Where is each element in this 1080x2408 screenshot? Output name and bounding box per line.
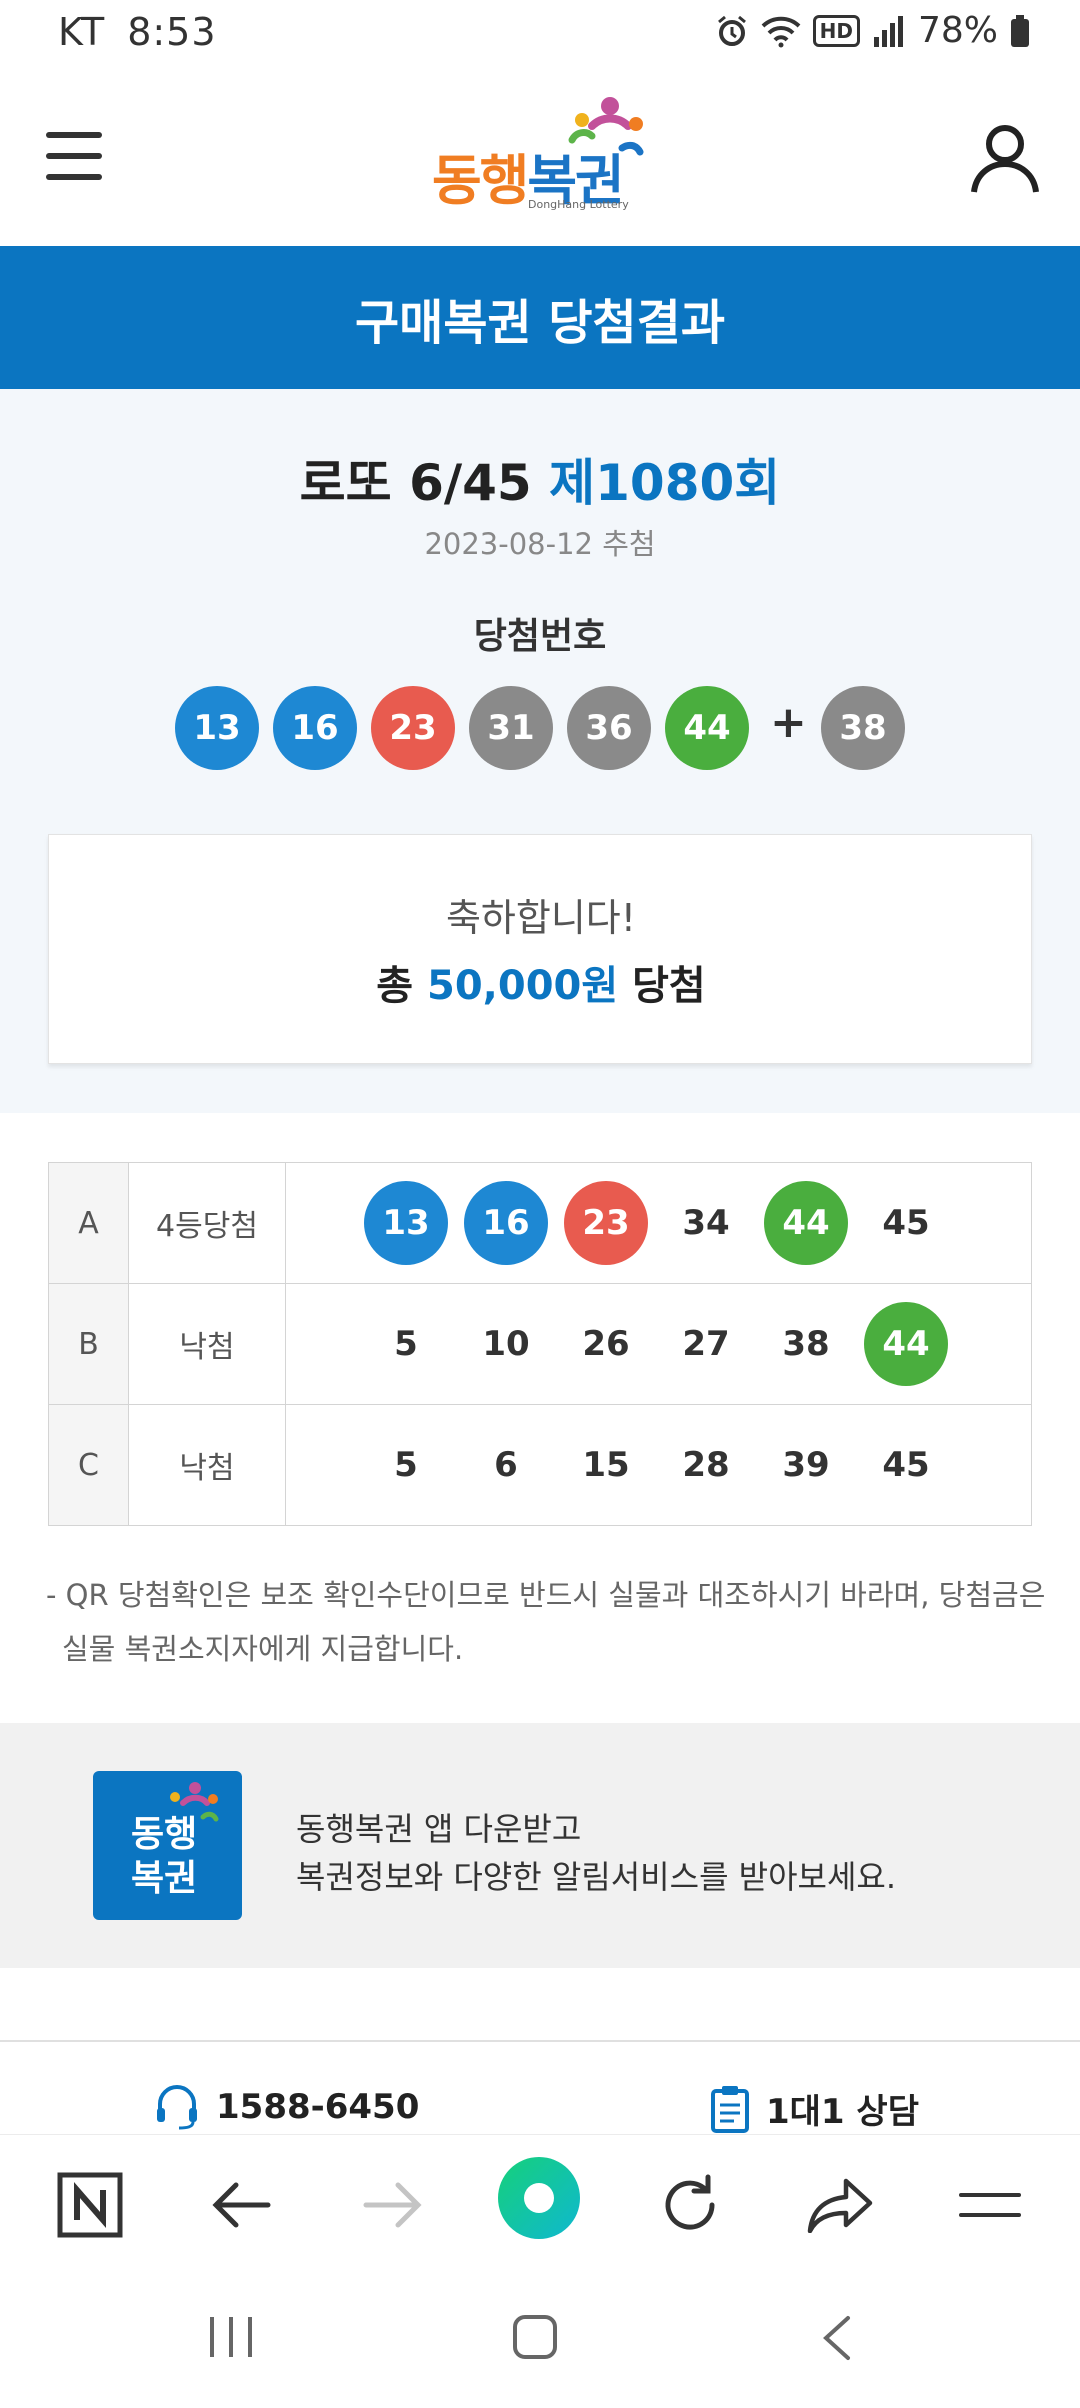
ticket-number: 5 [394,1324,418,1364]
table-row: B 낙첨 5 10 26 27 38 44 [48,1283,1032,1405]
user-icon[interactable] [970,122,1040,194]
share-icon[interactable] [800,2165,880,2245]
browser-toolbar [0,2134,1080,2274]
refresh-icon[interactable] [650,2165,730,2245]
ticket-number: 10 [482,1324,530,1364]
app-header: 동행복권 DongHang Lottery [0,66,1080,246]
winning-ball: 31 [469,686,553,770]
consult-label: 1대1 상담 [766,2092,919,2132]
winning-ball: 36 [567,686,651,770]
draw-title: 로또 6/45 제1080회 [299,454,781,512]
winning-ball: 16 [273,686,357,770]
line-numbers: 5 10 26 27 38 44 [285,1283,1032,1405]
winning-ball: 44 [665,686,749,770]
back-icon[interactable] [202,2165,282,2245]
table-row: A 4등당첨 13 16 23 34 44 45 [48,1162,1032,1284]
logo-subtitle: DongHang Lottery [528,198,629,211]
ticket-number: 6 [494,1445,518,1485]
draw-date: 2023-08-12 추첨 [424,527,656,561]
menu-icon[interactable] [44,128,104,184]
total-prize: 총 50,000원 당첨 [376,963,706,1009]
ticket-number: 26 [582,1324,630,1364]
system-nav-bar [0,2274,1080,2408]
system-back-icon[interactable] [820,2314,854,2366]
ticket-number: 38 [782,1324,830,1364]
ticket-number: 23 [564,1181,648,1265]
ticket-number: 34 [682,1203,730,1243]
ticket-number: 44 [764,1181,848,1265]
bonus-ball: 38 [821,686,905,770]
donghang-logo[interactable]: 동행복권 DongHang Lottery [432,96,652,216]
line-result: 4등당첨 [128,1162,286,1284]
line-numbers: 13 16 23 34 44 45 [285,1162,1032,1284]
clock: 8:53 [127,10,217,54]
prize-amount: 50,000원 [427,963,619,1009]
prize-summary-card: 축하합니다! 총 50,000원 당첨 [48,834,1032,1064]
ticket-number: 16 [464,1181,548,1265]
recent-apps-icon[interactable] [206,2314,256,2364]
battery-icon [1011,14,1029,47]
ticket-number: 15 [582,1445,630,1485]
ticket-number: 45 [882,1445,930,1485]
status-bar: KT 8:53 HD 78% [0,0,1080,66]
wifi-icon [761,16,801,47]
line-numbers: 5 6 15 28 39 45 [285,1404,1032,1526]
alarm-icon [717,15,746,46]
line-label: B [48,1283,129,1405]
carrier-label: KT [58,10,106,54]
table-row: C 낙첨 5 6 15 28 39 45 [48,1404,1032,1526]
phone-contact[interactable]: 1588-6450 [154,2084,419,2130]
line-result: 낙첨 [128,1283,286,1405]
phone-number: 1588-6450 [216,2087,420,2127]
congrats-text: 축하합니다! [445,896,637,940]
winning-ball: 13 [175,686,259,770]
app-banner-text: 동행복권 앱 다운받고 복권정보와 다양한 알림서비스를 받아보세요. [296,1810,897,1896]
naver-icon[interactable] [50,2165,130,2245]
ticket-number: 45 [882,1203,930,1243]
ticket-number: 27 [682,1324,730,1364]
browser-menu-icon[interactable] [950,2165,1030,2245]
ticket-number: 39 [782,1445,830,1485]
line-label: A [48,1162,129,1284]
page-title: 구매복권 당첨결과 [0,246,1080,389]
ticket-number: 13 [364,1181,448,1265]
status-right: HD 78% [715,10,1030,51]
qr-notice: - QR 당첨확인은 보조 확인수단이므로 반드시 실물과 대조하시기 바라며,… [46,1578,1046,1666]
status-left: KT 8:53 [58,10,217,54]
signal-icon [873,15,903,47]
draw-result-section: 로또 6/45 제1080회 2023-08-12 추첨 당첨번호 13 16 … [0,389,1080,1113]
consult-link[interactable]: 1대1 상담 [710,2084,919,2133]
ticket-number: 5 [394,1445,418,1485]
headset-icon [157,2085,197,2130]
app-logo-icon: 동행 복권 [93,1771,242,1920]
line-result: 낙첨 [128,1404,286,1526]
winning-numbers-label: 당첨번호 [473,616,607,657]
app-download-banner[interactable]: 동행 복권 동행복권 앱 다운받고 복권정보와 다양한 알림서비스를 받아보세요… [0,1723,1080,1968]
footer-divider [0,2040,1080,2042]
plus-sign: + [770,697,807,748]
clipboard-icon [711,2085,749,2133]
green-dot-icon[interactable] [496,2155,582,2241]
winning-ball: 23 [371,686,455,770]
battery-percent: 78% [917,10,998,51]
hd-badge: HD [812,14,860,47]
ticket-table: A 4등당첨 13 16 23 34 44 45 B 낙첨 5 10 26 27… [48,1162,1032,1526]
forward-icon[interactable] [352,2165,432,2245]
line-label: C [48,1404,129,1526]
ticket-number: 28 [682,1445,730,1485]
home-icon[interactable] [512,2314,558,2364]
ticket-number: 44 [864,1302,948,1386]
